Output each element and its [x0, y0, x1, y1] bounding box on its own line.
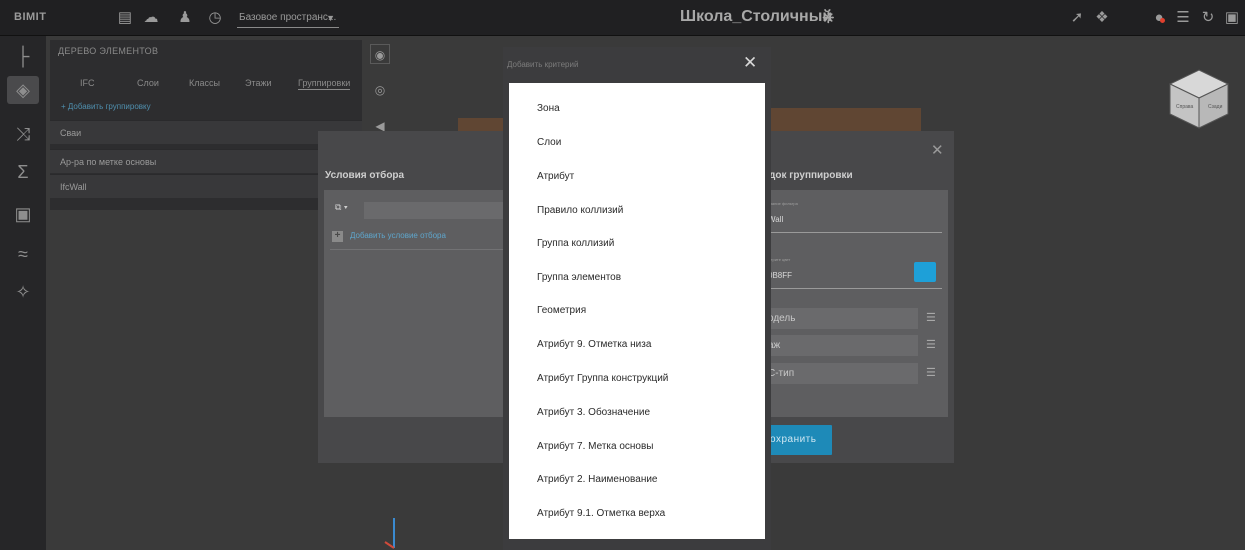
- tab-classes[interactable]: Классы: [189, 78, 220, 88]
- criterion-item[interactable]: Атрибут: [537, 171, 574, 182]
- top-bar: BIMIT ▤ ☁ ♟ ◷ Базовое пространс... ▼ Шко…: [0, 0, 1245, 36]
- tree-icon[interactable]: ├: [7, 42, 39, 70]
- close-icon[interactable]: ✕: [931, 141, 944, 159]
- model-icon[interactable]: ◈: [7, 76, 39, 104]
- add-group-link[interactable]: + Добавить группировку: [61, 102, 151, 111]
- tab-groupings[interactable]: Группировки: [298, 78, 351, 90]
- rotate-icon[interactable]: ❖: [1093, 9, 1111, 27]
- focus-icon[interactable]: ◉: [370, 44, 390, 64]
- cloud-icon[interactable]: ☁: [142, 9, 160, 27]
- group-settings-title: док группировки: [769, 170, 853, 181]
- users-icon[interactable]: ♟: [176, 9, 194, 27]
- selection-conditions-panel: ⧉ ▾ + Добавить условие отбора: [324, 190, 514, 417]
- refresh-icon[interactable]: ↻: [1199, 9, 1217, 27]
- group-settings-panel: звание фильтра Wall берите цвет 0B8FF од…: [764, 190, 948, 417]
- bell-icon[interactable]: ●: [1150, 9, 1168, 27]
- menu-icon[interactable]: ☰: [926, 338, 936, 351]
- add-condition-link[interactable]: Добавить условие отбора: [350, 231, 446, 240]
- criterion-item[interactable]: Атрибут 9.1. Отметка верха: [537, 508, 665, 519]
- project-title: Школа_Столичный: [680, 8, 833, 25]
- building-model: [771, 108, 921, 131]
- history-icon[interactable]: ◷: [206, 9, 224, 27]
- group-item-model[interactable]: одель: [764, 308, 918, 329]
- tab-layers[interactable]: Слои: [137, 78, 159, 88]
- shuffle-icon[interactable]: ⤨: [7, 120, 39, 148]
- axis-gizmo: [384, 518, 395, 549]
- menu-icon[interactable]: ☰: [926, 366, 936, 379]
- space-select[interactable]: Базовое пространс... ▼: [237, 11, 339, 28]
- briefcase-icon[interactable]: ▤: [116, 9, 134, 27]
- cube-face-left: Справа: [1176, 104, 1193, 110]
- divider: [330, 249, 514, 250]
- building-model: [458, 118, 503, 132]
- criterion-item[interactable]: Атрибут Группа конструкций: [537, 373, 668, 384]
- copy-icon[interactable]: ⧉ ▾: [335, 202, 348, 213]
- criterion-item[interactable]: Слои: [537, 137, 561, 148]
- criteria-list: Зона Слои Атрибут Правило коллизий Групп…: [509, 83, 765, 539]
- left-rail: ├ ◈ ⤨ Σ ▣ ≈ ✧: [0, 36, 46, 550]
- criterion-item[interactable]: Атрибут 2. Наименование: [537, 474, 657, 485]
- gear-icon[interactable]: ❋: [822, 9, 835, 27]
- condition-field[interactable]: [364, 202, 514, 219]
- input-underline: [764, 288, 942, 289]
- plus-icon[interactable]: +: [332, 231, 343, 242]
- criterion-item[interactable]: Группа коллизий: [537, 238, 614, 249]
- target-icon[interactable]: ◎: [370, 80, 390, 100]
- chevron-down-icon: ▼: [326, 13, 335, 23]
- notification-dot: [1160, 18, 1165, 23]
- selection-conditions-title: Условия отбора: [325, 170, 405, 181]
- group-item-floor[interactable]: аж: [764, 335, 918, 356]
- cursor-icon[interactable]: ➚: [1068, 9, 1086, 27]
- tab-ifc[interactable]: IFC: [80, 78, 95, 88]
- tree-tabs: IFC Слои Классы Этажи Группировки: [50, 74, 362, 96]
- list-icon[interactable]: ☰: [1174, 9, 1192, 27]
- chart-icon[interactable]: ≈: [7, 240, 39, 268]
- criterion-item[interactable]: Зона: [537, 103, 560, 114]
- save-icon[interactable]: ▣: [1223, 9, 1241, 27]
- menu-icon[interactable]: ☰: [926, 311, 936, 324]
- sigma-icon[interactable]: Σ: [7, 158, 39, 186]
- add-criterion-title: Добавить критерий: [507, 60, 579, 69]
- element-tree-panel: ДЕРЕВО ЭЛЕМЕНТОВ IFC Слои Классы Этажи Г…: [50, 40, 362, 210]
- tree-row[interactable]: Ар-ра по метке основы: [50, 149, 362, 173]
- tree-title: ДЕРЕВО ЭЛЕМЕНТОВ: [58, 46, 159, 56]
- space-select-value: Базовое пространс...: [239, 12, 337, 23]
- criterion-item[interactable]: Атрибут 7. Метка основы: [537, 441, 654, 452]
- color-swatch[interactable]: [914, 262, 936, 282]
- criterion-item[interactable]: Геометрия: [537, 305, 586, 316]
- group-item-ifc-type[interactable]: С-тип: [764, 363, 918, 384]
- color-input[interactable]: 0B8FF: [768, 271, 792, 280]
- puzzle-icon[interactable]: ✧: [7, 278, 39, 306]
- criterion-item[interactable]: Атрибут 3. Обозначение: [537, 407, 650, 418]
- tab-floors[interactable]: Этажи: [245, 78, 272, 88]
- filter-name-label: звание фильтра: [768, 201, 798, 206]
- color-label: берите цвет: [768, 257, 791, 262]
- criterion-item[interactable]: Атрибут 9. Отметка низа: [537, 339, 651, 350]
- image-icon[interactable]: ▣: [7, 200, 39, 228]
- input-underline: [764, 232, 942, 233]
- view-cube[interactable]: Справа Сзади: [1168, 68, 1230, 130]
- criterion-item[interactable]: Правило коллизий: [537, 205, 623, 216]
- add-criterion-dialog: Добавить критерий ✕ Зона Слои Атрибут Пр…: [503, 47, 771, 550]
- app-logo: BIMIT: [14, 11, 47, 23]
- tree-row[interactable]: Сваи: [50, 120, 362, 144]
- save-button[interactable]: охранить: [764, 425, 832, 455]
- close-icon[interactable]: ✕: [743, 53, 757, 73]
- tree-row[interactable]: IfcWall: [50, 174, 362, 198]
- cube-face-right: Сзади: [1208, 104, 1223, 110]
- criterion-item[interactable]: Группа элементов: [537, 272, 621, 283]
